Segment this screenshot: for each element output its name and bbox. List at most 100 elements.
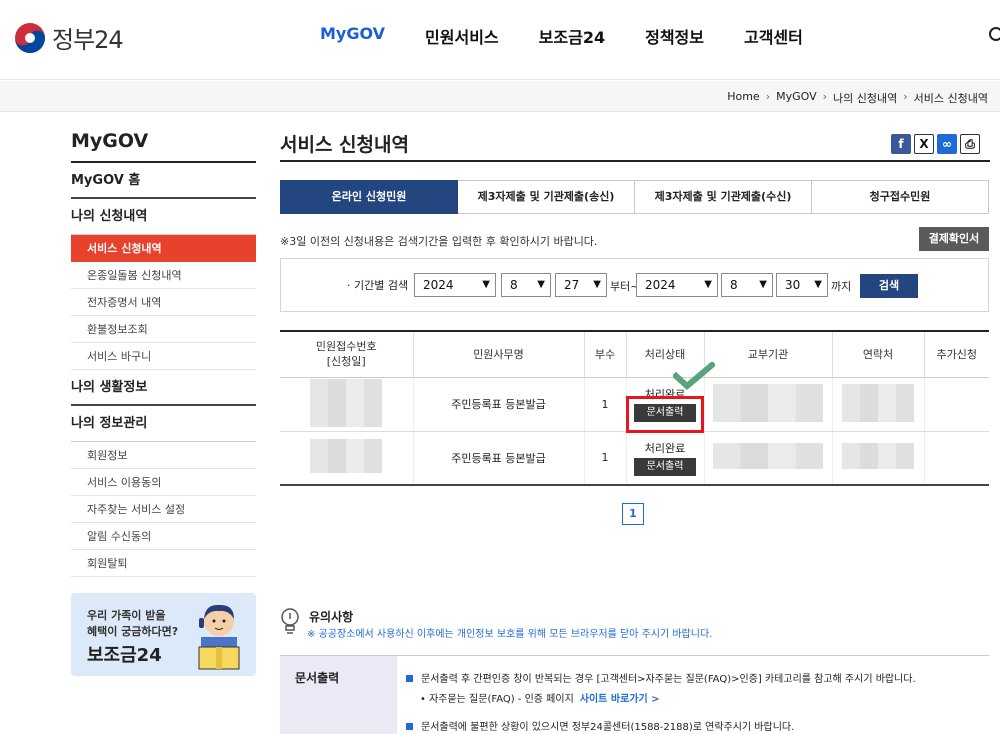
sidebar-item-favorite-services[interactable]: 자주찾는 서비스 설정	[71, 496, 256, 523]
banner-title: 보조금24	[87, 645, 162, 666]
bullet-square-icon	[406, 723, 413, 730]
to-month-select[interactable]: 8 ▼	[721, 273, 773, 297]
blurred-value	[713, 383, 823, 422]
period-search-box: · 기간별 검색 2024 ▼ 8 ▼ 27 ▼ 부터~ 2024 ▼ 8 ▼ 30 ▼ 까…	[280, 258, 989, 312]
caution-title: 유의사항	[309, 610, 354, 624]
nav-mygov[interactable]: MyGOV	[320, 24, 385, 48]
table-row: 주민등록표 등본발급 1 처리완료 문서출력	[280, 431, 989, 486]
blurred-value	[713, 443, 823, 470]
blurred-value	[842, 383, 914, 422]
print-icon[interactable]: ⎙	[960, 134, 980, 154]
to-year-select[interactable]: 2024 ▼	[636, 273, 718, 297]
application-tabs: 온라인 신청민원 제3자제출 및 기관제출(송신) 제3자제출 및 기관제출(수…	[280, 180, 989, 214]
page-number-1[interactable]: 1	[622, 503, 644, 525]
chevron-down-icon: ▼	[593, 279, 601, 290]
breadcrumb-home[interactable]: Home	[727, 90, 759, 106]
chevron-down-icon: ▼	[537, 279, 545, 290]
chevron-down-icon: ▼	[482, 279, 490, 290]
col-copies: 부수	[584, 331, 627, 378]
table-header-row: 민원접수번호 [신청일] 민원사무명 부수 처리상태 교부기관 연락처 추가신청	[280, 331, 989, 378]
breadcrumb-applications[interactable]: 나의 신청내역	[833, 90, 897, 106]
breadcrumb-mygov[interactable]: MyGOV	[776, 90, 817, 106]
site-header: 정부24 MyGOV 민원서비스 보조금24 정책정보 고객센터	[0, 0, 1000, 80]
sidebar-item-withdraw[interactable]: 회원탈퇴	[71, 550, 256, 577]
search-icon[interactable]	[988, 26, 1000, 44]
lightbulb-icon	[281, 608, 299, 634]
sidebar-item-mygov-home[interactable]: MyGOV 홈	[71, 163, 256, 199]
sidebar-group-life-info[interactable]: 나의 생활정보	[71, 370, 256, 406]
sidebar-item-member-info[interactable]: 회원정보	[71, 442, 256, 469]
chevron-right-icon: ›	[903, 90, 908, 103]
sidebar-item-notification-consent[interactable]: 알림 수신동의	[71, 523, 256, 550]
period-search-label: · 기간별 검색	[347, 279, 409, 292]
faq-site-link[interactable]: 사이트 바로가기 >	[580, 694, 660, 705]
status-text: 처리완료	[644, 441, 686, 455]
main-nav: MyGOV 민원서비스 보조금24 정책정보 고객센터	[320, 24, 803, 48]
tab-claim-received[interactable]: 청구접수민원	[812, 180, 989, 214]
site-logo[interactable]: 정부24	[14, 20, 124, 55]
service-name-cell[interactable]: 주민등록표 등본발급	[413, 431, 585, 486]
contact-cell	[832, 377, 925, 432]
logo-text: 정부24	[52, 26, 124, 54]
bullet-square-icon	[406, 675, 413, 682]
from-day-select[interactable]: 27 ▼	[555, 273, 607, 297]
breadcrumb: Home › MyGOV › 나의 신청내역 › 서비스 신청내역	[727, 90, 988, 106]
sidebar-item-allday-care[interactable]: 온종일돌봄 신청내역	[71, 262, 256, 289]
chevron-down-icon: ▼	[814, 279, 822, 290]
guide-line-1: 문서출력 후 간편인증 창이 반복되는 경우 [고객센터>자주묻는 질문(FAQ…	[406, 670, 916, 685]
nav-subsidy24[interactable]: 보조금24	[539, 24, 605, 48]
banner-line2: 혜택이 궁금하다면?	[87, 625, 179, 638]
issuing-agency-cell	[704, 377, 833, 432]
tab-third-party-sent[interactable]: 제3자제출 및 기관제출(송신)	[458, 180, 635, 214]
nav-policy[interactable]: 정책정보	[645, 24, 704, 48]
from-year-select[interactable]: 2024 ▼	[414, 273, 496, 297]
taegeuk-icon	[15, 22, 45, 53]
col-receipt-number: 민원접수번호 [신청일]	[280, 331, 414, 378]
sidebar: MyGOV MyGOV 홈 나의 신청내역 서비스 신청내역 온종일돌봄 신청내…	[71, 130, 256, 577]
to-day-select[interactable]: 30 ▼	[776, 273, 828, 297]
sidebar-item-service-consent[interactable]: 서비스 이용동의	[71, 469, 256, 496]
receipt-number-cell	[280, 431, 414, 486]
guide-line-3: 문서출력에 불편한 상황이 있으시면 정부24콜센터(1588-2188)로 연…	[406, 718, 794, 733]
search-button[interactable]: 검색	[860, 274, 918, 298]
sidebar-item-e-certificate[interactable]: 전자증명서 내역	[71, 289, 256, 316]
x-twitter-icon[interactable]: X	[914, 134, 934, 154]
nav-civil-service[interactable]: 민원서비스	[425, 24, 499, 48]
additional-cell	[924, 431, 989, 486]
service-name-cell[interactable]: 주민등록표 등본발급	[413, 377, 585, 432]
banner-line1: 우리 가족이 받을	[87, 609, 166, 622]
from-month-select[interactable]: 8 ▼	[501, 273, 551, 297]
share-buttons: f X ∞ ⎙	[891, 134, 980, 154]
sidebar-group-info-management[interactable]: 나의 정보관리	[71, 406, 256, 442]
subsidy24-banner[interactable]: 우리 가족이 받을 혜택이 궁금하다면? 보조금24	[71, 593, 256, 676]
blurred-value	[842, 443, 914, 470]
col-additional: 추가신청	[924, 331, 989, 378]
sidebar-item-service-applications[interactable]: 서비스 신청내역	[71, 235, 256, 262]
issuing-agency-cell	[704, 431, 833, 486]
sidebar-item-service-basket[interactable]: 서비스 바구니	[71, 343, 256, 370]
checkmark-icon	[673, 362, 715, 390]
to-text: 까지	[831, 280, 852, 293]
print-button-highlight	[626, 396, 704, 433]
link-copy-icon[interactable]: ∞	[937, 134, 957, 154]
blurred-value	[310, 378, 383, 427]
chevron-down-icon: ▼	[759, 279, 767, 290]
chevron-right-icon: ›	[765, 90, 771, 103]
nav-customer-center[interactable]: 고객센터	[744, 24, 803, 48]
document-print-button[interactable]: 문서출력	[634, 457, 696, 476]
tab-third-party-received[interactable]: 제3자제출 및 기관제출(수신)	[635, 180, 812, 214]
tab-online-applications[interactable]: 온라인 신청민원	[280, 180, 458, 214]
guide-heading: 문서출력	[280, 656, 397, 734]
facebook-icon[interactable]: f	[891, 134, 911, 154]
page-title: 서비스 신청내역	[280, 128, 990, 162]
period-notice: ※3일 이전의 신청내용은 검색기간을 입력한 후 확인하시기 바랍니다.	[280, 235, 598, 248]
col-service-name: 민원사무명	[413, 331, 585, 378]
status-cell: 처리완료 문서출력	[626, 431, 705, 486]
sidebar-item-refund[interactable]: 환불정보조회	[71, 316, 256, 343]
blurred-value	[310, 439, 383, 474]
breadcrumb-current: 서비스 신청내역	[913, 92, 988, 105]
receipt-number-cell	[280, 377, 414, 432]
chevron-right-icon: ›	[822, 90, 828, 103]
sidebar-group-applications[interactable]: 나의 신청내역	[71, 199, 256, 235]
payment-receipt-button[interactable]: 결제확인서	[919, 227, 989, 251]
